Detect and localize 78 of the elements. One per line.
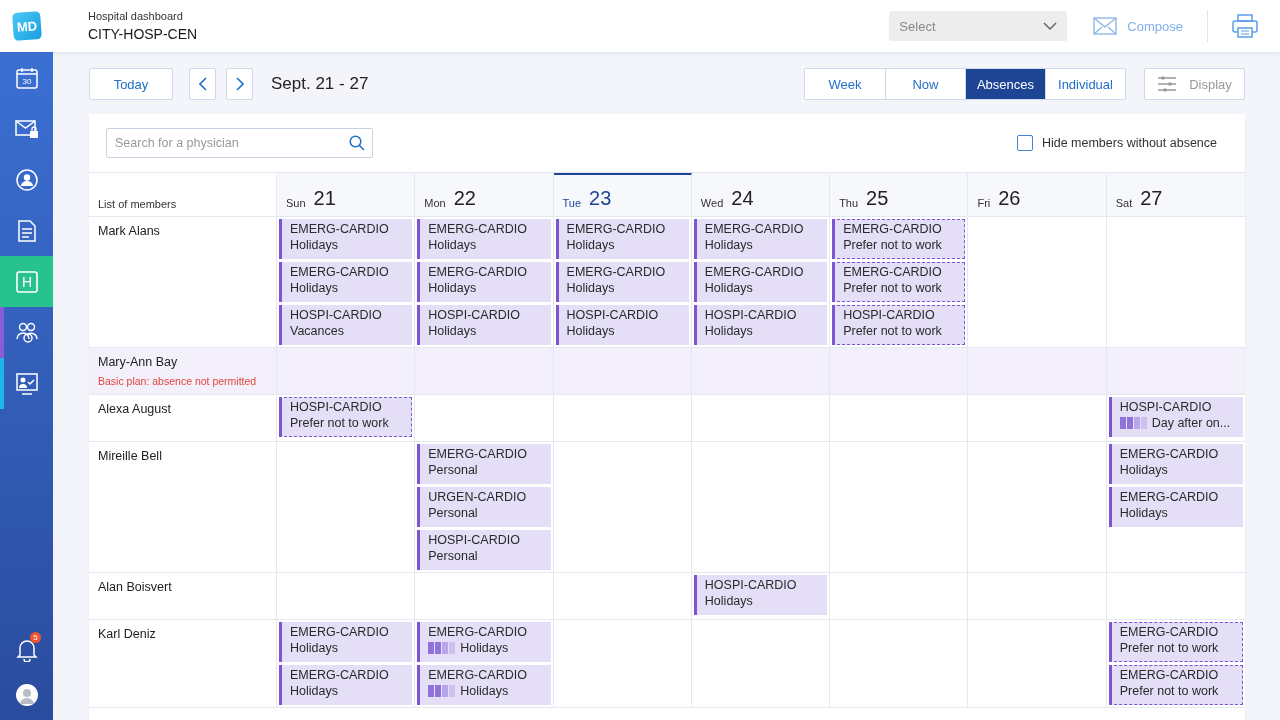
previous-button[interactable]	[189, 68, 216, 100]
absence-entry[interactable]: EMERG-CARDIO Holidays	[417, 665, 551, 705]
split-bars-icon	[1119, 417, 1148, 429]
dashboard-label: Hospital dashboard	[88, 10, 184, 22]
absence-entry[interactable]: EMERG-CARDIO Personal	[417, 444, 551, 484]
envelope-icon	[1093, 17, 1118, 35]
member-name: Alexa August	[98, 402, 172, 416]
absence-entry[interactable]: EMERG-CARDIO Holidays	[555, 262, 689, 302]
envelope-lock-icon	[14, 118, 39, 139]
sidebar-item[interactable]: 30	[0, 52, 53, 103]
notification-count: 5	[30, 632, 41, 643]
absence-entry[interactable]: HOSPI-CARDIO Holidays	[693, 305, 828, 345]
hospital-name: CITY-HOSP-CEN	[88, 26, 198, 42]
split-bars-icon	[428, 642, 457, 654]
day-header[interactable]: Thu 25	[830, 173, 969, 217]
absence-entry[interactable]: EMERG-CARDIO Prefer not to work	[832, 219, 966, 259]
absence-entry[interactable]: HOSPI-CARDIO Holidays	[417, 305, 551, 345]
document-icon	[17, 219, 36, 242]
view-tab[interactable]: Absences	[965, 69, 1045, 99]
print-button[interactable]	[1232, 14, 1258, 38]
search-field[interactable]: Search for a physician	[106, 128, 373, 158]
absence-entry[interactable]: EMERG-CARDIO Prefer not to work	[832, 262, 966, 302]
checkbox[interactable]	[1016, 135, 1033, 151]
absence-entry[interactable]: EMERG-CARDIO Holidays	[279, 665, 413, 705]
calendar-icon: 30	[15, 66, 38, 89]
checkbox-label: Hide members without absence	[1041, 136, 1217, 150]
user-icon	[15, 168, 38, 191]
today-button[interactable]: Today	[89, 68, 173, 100]
app-logo: MD	[11, 11, 42, 41]
day-header[interactable]: Sun 21	[277, 173, 416, 217]
warning-text: Basic plan: absence not permitted	[98, 375, 258, 387]
absence-entry[interactable]: HOSPI-CARDIO Holidays	[693, 575, 828, 615]
hospital-icon: H	[15, 270, 38, 293]
absence-entry[interactable]: EMERG-CARDIO Holidays	[417, 262, 551, 302]
absence-entry[interactable]: HOSPI-CARDIO Prefer not to work	[832, 305, 966, 345]
printer-icon	[1232, 14, 1258, 38]
bell-icon	[15, 638, 38, 662]
absence-entry[interactable]: EMERG-CARDIO Holidays	[417, 622, 551, 662]
member-name: Mireille Bell	[98, 449, 163, 463]
date-range: Sept. 21 - 27	[271, 74, 369, 94]
day-header[interactable]: Tue 23	[553, 173, 692, 217]
member-name: Mary-Ann Bay	[98, 355, 179, 369]
absence-entry[interactable]: EMERG-CARDIO Holidays	[417, 219, 551, 259]
person-silhouette-icon	[15, 684, 38, 706]
day-header[interactable]: Mon 22	[415, 173, 554, 217]
absence-entry[interactable]: HOSPI-CARDIO Prefer not to work	[279, 397, 413, 437]
absence-entry[interactable]: EMERG-CARDIO Holidays	[693, 262, 828, 302]
chevron-right-icon	[235, 77, 244, 91]
absence-entry[interactable]: EMERG-CARDIO Holidays	[279, 622, 413, 662]
absence-entry[interactable]: EMERG-CARDIO Holidays	[1108, 487, 1243, 527]
absence-entry[interactable]: URGEN-CARDIO Personal	[417, 487, 551, 527]
absence-entry[interactable]: HOSPI-CARDIO Day after on...	[1108, 397, 1243, 437]
split-bars-icon	[428, 685, 457, 697]
absence-entry[interactable]: EMERG-CARDIO Holidays	[693, 219, 828, 259]
day-header[interactable]: Fri 26	[968, 173, 1107, 217]
next-button[interactable]	[226, 68, 253, 100]
search-icon	[349, 135, 365, 151]
view-tab[interactable]: Individual	[1045, 69, 1125, 99]
absence-entry[interactable]: EMERG-CARDIO Prefer not to work	[1108, 665, 1243, 705]
member-name: Alan Boisvert	[98, 580, 173, 594]
people-icon	[14, 321, 39, 344]
absence-entry[interactable]: HOSPI-CARDIO Personal	[417, 530, 551, 570]
sliders-icon	[1157, 75, 1178, 93]
absence-entry[interactable]: EMERG-CARDIO Prefer not to work	[1108, 622, 1243, 662]
day-header[interactable]: Wed 24	[691, 173, 831, 217]
member-name: Mark Alans	[98, 224, 161, 238]
absence-entry[interactable]: HOSPI-CARDIO Vacances	[279, 305, 413, 345]
chevron-left-icon	[198, 77, 207, 91]
day-header[interactable]: Sat 27	[1106, 173, 1245, 217]
chevron-down-icon	[1043, 22, 1058, 30]
absence-entry[interactable]: EMERG-CARDIO Holidays	[279, 219, 413, 259]
absence-entry[interactable]: HOSPI-CARDIO Holidays	[555, 305, 689, 345]
presentation-icon	[15, 372, 38, 395]
absence-entry[interactable]: EMERG-CARDIO Holidays	[1108, 444, 1243, 484]
member-name: Karl Deniz	[98, 627, 157, 641]
absence-entry[interactable]: EMERG-CARDIO Holidays	[555, 219, 689, 259]
column-heading: List of members	[98, 198, 177, 210]
absence-entry[interactable]: EMERG-CARDIO Holidays	[279, 262, 413, 302]
